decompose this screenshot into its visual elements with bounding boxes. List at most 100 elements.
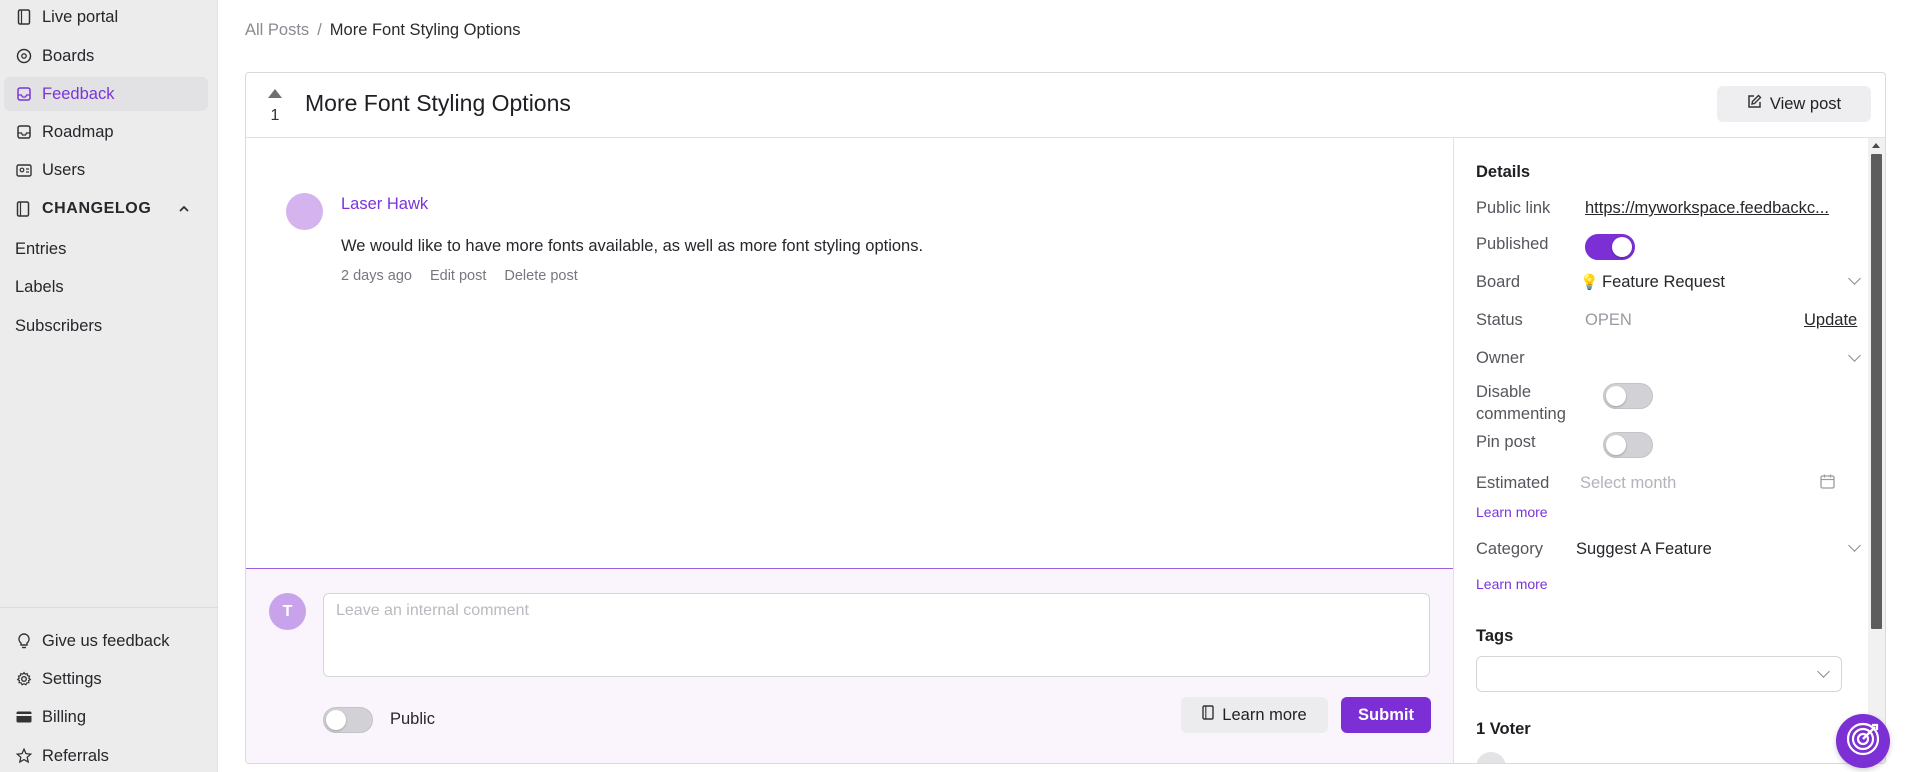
- public-link[interactable]: https://myworkspace.feedbackc...: [1585, 199, 1840, 218]
- public-label: Public: [390, 710, 435, 728]
- status-value: OPEN: [1585, 311, 1632, 329]
- board-value: Feature Request: [1602, 273, 1725, 291]
- category-learn-more-link[interactable]: Learn more: [1476, 576, 1548, 592]
- disable-commenting-label: Disable commenting: [1476, 383, 1566, 423]
- breadcrumb-all-posts[interactable]: All Posts: [245, 21, 309, 40]
- sidebar: Live portal Boards Feedback Roadmap User…: [0, 0, 218, 772]
- sidebar-divider: [0, 607, 218, 608]
- changelog-section-toggle[interactable]: CHANGELOG: [4, 192, 208, 226]
- owner-select[interactable]: [1580, 343, 1864, 373]
- public-link-label: Public link: [1476, 199, 1551, 217]
- changelog-icon: [16, 201, 32, 217]
- author-name[interactable]: Laser Hawk: [341, 195, 428, 214]
- users-icon: [16, 162, 32, 178]
- star-icon: [16, 748, 32, 764]
- breadcrumb-current: More Font Styling Options: [329, 21, 521, 39]
- submit-button[interactable]: Submit: [1341, 697, 1431, 733]
- sidebar-item-billing[interactable]: Billing: [4, 700, 208, 734]
- sidebar-item-labels[interactable]: Labels: [4, 270, 208, 304]
- sidebar-item-label: Give us feedback: [42, 631, 170, 650]
- edit-post-link[interactable]: Edit post: [430, 268, 486, 284]
- book-icon: [1202, 705, 1214, 725]
- status-label: Status: [1476, 311, 1523, 329]
- sidebar-item-users[interactable]: Users: [4, 153, 208, 187]
- sidebar-item-give-feedback[interactable]: Give us feedback: [4, 624, 208, 658]
- learn-more-label: Learn more: [1222, 705, 1307, 724]
- scroll-up-arrow-icon[interactable]: [1872, 143, 1880, 148]
- post-meta: 2 days ago Edit post Delete post: [341, 268, 578, 284]
- toggle-knob: [1606, 435, 1626, 455]
- toggle-knob: [1606, 386, 1626, 406]
- category-select[interactable]: Suggest A Feature: [1576, 533, 1864, 563]
- learn-more-button[interactable]: Learn more: [1181, 697, 1328, 733]
- sidebar-item-referrals[interactable]: Referrals: [4, 739, 208, 772]
- tags-label: Tags: [1476, 627, 1514, 645]
- sidebar-item-label: Roadmap: [42, 122, 114, 141]
- details-panel: Details Public link https://myworkspace.…: [1453, 138, 1885, 763]
- tags-select[interactable]: [1476, 656, 1842, 692]
- sidebar-item-label: Subscribers: [15, 316, 103, 335]
- gear-icon: [16, 671, 32, 687]
- author-avatar: [286, 193, 323, 230]
- scroll-thumb[interactable]: [1871, 154, 1882, 629]
- roadmap-icon: [16, 124, 32, 140]
- pin-post-toggle[interactable]: [1603, 432, 1653, 458]
- inbox-icon: [16, 86, 32, 102]
- lightbulb-icon: 💡: [1580, 274, 1599, 291]
- internal-comment-area: T Public Learn more Submit: [246, 568, 1453, 763]
- sidebar-item-subscribers[interactable]: Subscribers: [4, 309, 208, 343]
- voters-heading: 1 Voter: [1476, 720, 1531, 738]
- voter-avatar: [1476, 752, 1506, 763]
- sidebar-item-label: Settings: [42, 669, 102, 688]
- toggle-knob: [1612, 237, 1632, 257]
- sidebar-item-label: Referrals: [42, 746, 109, 765]
- post-body: Laser Hawk We would like to have more fo…: [246, 138, 1453, 568]
- sidebar-item-label: Billing: [42, 707, 87, 726]
- changelog-section-label: CHANGELOG: [42, 200, 152, 217]
- view-post-label: View post: [1769, 94, 1842, 113]
- chevron-down-icon: [1848, 539, 1861, 552]
- published-toggle[interactable]: [1585, 234, 1635, 260]
- internal-comment-input[interactable]: [323, 593, 1430, 677]
- estimated-placeholder: Select month: [1580, 474, 1677, 492]
- sidebar-item-label: Feedback: [42, 84, 115, 103]
- board-label: Board: [1476, 273, 1521, 291]
- details-heading: Details: [1476, 163, 1531, 181]
- sidebar-item-roadmap[interactable]: Roadmap: [4, 115, 208, 149]
- chevron-up-icon: [178, 202, 190, 220]
- sidebar-item-feedback[interactable]: Feedback: [4, 77, 208, 111]
- sidebar-item-settings[interactable]: Settings: [4, 662, 208, 696]
- view-post-button[interactable]: View post: [1717, 86, 1871, 122]
- lightbulb-icon: [16, 633, 32, 649]
- disable-commenting-toggle[interactable]: [1603, 383, 1653, 409]
- vote-count: 1: [270, 107, 280, 124]
- boards-icon: [16, 48, 32, 64]
- post-description: We would like to have more fonts availab…: [341, 237, 924, 255]
- estimated-month-picker[interactable]: Select month: [1580, 466, 1864, 498]
- sidebar-item-entries[interactable]: Entries: [4, 232, 208, 266]
- sidebar-item-live-portal[interactable]: Live portal: [4, 0, 208, 34]
- status-update-link[interactable]: Update: [1804, 311, 1857, 330]
- details-scrollbar[interactable]: [1868, 138, 1885, 763]
- sidebar-item-label: Boards: [42, 46, 95, 65]
- calendar-icon: [1820, 474, 1835, 494]
- post-card: 1 More Font Styling Options View post La…: [245, 72, 1886, 764]
- estimated-learn-more-link[interactable]: Learn more: [1476, 504, 1548, 520]
- chevron-down-icon: [1848, 349, 1861, 362]
- sidebar-item-label: Entries: [15, 239, 67, 258]
- public-toggle[interactable]: [323, 707, 373, 733]
- category-value: Suggest A Feature: [1576, 540, 1712, 558]
- sidebar-item-boards[interactable]: Boards: [4, 39, 208, 73]
- pin-post-label: Pin post: [1476, 433, 1536, 451]
- owner-label: Owner: [1476, 349, 1525, 367]
- breadcrumb-separator: /: [317, 21, 322, 39]
- card-icon: [16, 709, 32, 725]
- delete-post-link[interactable]: Delete post: [504, 268, 577, 284]
- board-select[interactable]: 💡 Feature Request: [1580, 266, 1864, 296]
- upvote-icon[interactable]: [268, 89, 282, 98]
- breadcrumb: All Posts / More Font Styling Options: [245, 21, 521, 40]
- feedback-widget-button[interactable]: [1836, 714, 1890, 768]
- post-header: 1 More Font Styling Options View post: [246, 73, 1885, 138]
- category-label: Category: [1476, 540, 1543, 558]
- book-icon: [16, 9, 32, 25]
